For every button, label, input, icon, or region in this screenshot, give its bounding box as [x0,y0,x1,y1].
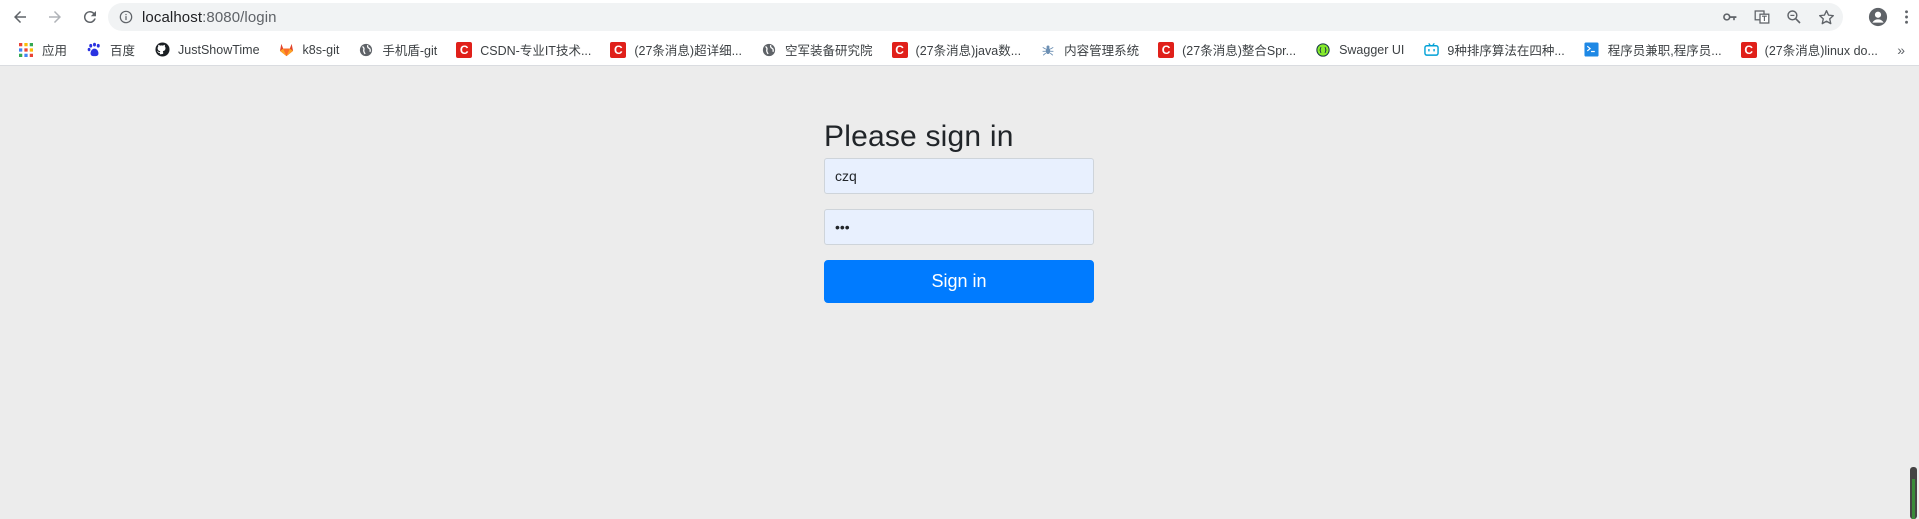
reload-button[interactable] [75,2,105,32]
bookmark-label: (27条消息)超详细... [634,44,743,58]
login-page: Please sign in czq ••• Sign in [0,67,1919,519]
form-heading: Please sign in [824,120,1014,153]
bookmark-cms[interactable]: 内容管理系统 [1034,37,1145,63]
reload-icon [83,11,96,24]
address-bar[interactable]: localhost:8080/login [108,3,1843,31]
bookmark-csdn[interactable]: C CSDN-专业IT技术... [450,37,597,63]
swagger-icon [1315,42,1331,58]
site-info-icon[interactable] [118,9,134,25]
back-arrow-icon [14,11,26,23]
bookmarks-bar: 应用 百度 JustShowTime k8s-git 手机盾-git C CSD… [0,34,1919,66]
bookmark-label: (27条消息)整合Spr... [1182,44,1297,58]
csdn-icon: C [1158,41,1175,58]
forward-arrow-icon [49,11,61,23]
bookmark-star-icon[interactable] [1817,8,1835,26]
bookmark-csdn-article-1[interactable]: C (27条消息)超详细... [604,37,748,63]
bookmark-sorting-algorithms[interactable]: 9种排序算法在四种... [1417,37,1570,63]
bookmark-csdn-article-2[interactable]: C (27条消息)java数... [886,37,1028,63]
bookmark-label: 应用 [42,44,68,58]
csdn-icon: C [610,41,627,58]
bookmark-csdn-article-3[interactable]: C (27条消息)整合Spr... [1152,37,1302,63]
bookmark-label: k8s-git [302,42,340,57]
csdn-icon: C [456,41,473,58]
forward-button[interactable] [40,2,70,32]
address-bar-actions [1721,3,1835,31]
scrollbar-thumb[interactable] [1912,479,1915,519]
bookmark-air-force-institute[interactable]: 空军装备研究院 [755,37,879,63]
profile-avatar-icon[interactable] [1868,7,1888,27]
bookmark-swagger-ui[interactable]: Swagger UI [1309,37,1410,63]
bookmark-label: (27条消息)java数... [915,44,1022,58]
gitlab-icon [279,42,295,58]
zoom-icon[interactable] [1785,8,1803,26]
bookmark-label: Swagger UI [1339,42,1405,57]
bookmark-justshowtime[interactable]: JustShowTime [148,37,266,63]
bookmark-label: 9种排序算法在四种... [1447,44,1565,58]
globe-icon [358,42,374,58]
password-input[interactable]: ••• [824,209,1094,245]
bookmark-label: 百度 [110,44,136,58]
signin-form: Please sign in czq ••• Sign in [824,117,1094,303]
bookmark-label: JustShowTime [178,42,260,57]
bookmark-label: CSDN-专业IT技术... [480,44,592,58]
bookmark-label: 手机盾-git [382,44,438,58]
terminal-icon [1584,42,1600,58]
bookmark-k8s-git[interactable]: k8s-git [273,37,346,63]
bookmark-apps[interactable]: 应用 [12,37,73,63]
bookmark-shoujidun-git[interactable]: 手机盾-git [352,37,443,63]
page-scrollbar[interactable] [1910,467,1917,519]
key-icon[interactable] [1721,8,1739,26]
url-text[interactable]: localhost:8080/login [142,9,277,26]
spider-icon [1040,42,1056,58]
bookmark-label: 空军装备研究院 [785,44,873,58]
url-host: localhost [142,8,203,26]
bookmark-label: 内容管理系统 [1064,44,1140,58]
globe-icon [761,42,777,58]
csdn-icon: C [1740,41,1757,58]
apps-grid-icon [18,42,34,58]
bookmark-label: 程序员兼职,程序员... [1607,44,1722,58]
bookmark-csdn-linux[interactable]: C (27条消息)linux do... [1735,37,1884,63]
bilibili-icon [1423,42,1439,58]
bookmark-programmer-parttime[interactable]: 程序员兼职,程序员... [1578,37,1728,63]
browser-toolbar: localhost:8080/login [0,0,1919,34]
bookmark-label: (27条消息)linux do... [1764,44,1878,58]
github-icon [154,42,170,58]
username-input[interactable]: czq [824,158,1094,194]
baidu-icon [86,42,102,58]
back-button[interactable] [5,2,35,32]
csdn-icon: C [891,41,908,58]
browser-menu-icon[interactable] [1904,9,1909,25]
browser-right-actions [1868,3,1909,31]
translate-icon[interactable] [1753,8,1771,26]
bookmarks-overflow-chevron-icon[interactable]: » [1897,42,1905,58]
signin-button[interactable]: Sign in [824,260,1094,303]
url-path: :8080/login [202,8,277,26]
bookmark-baidu[interactable]: 百度 [80,37,141,63]
